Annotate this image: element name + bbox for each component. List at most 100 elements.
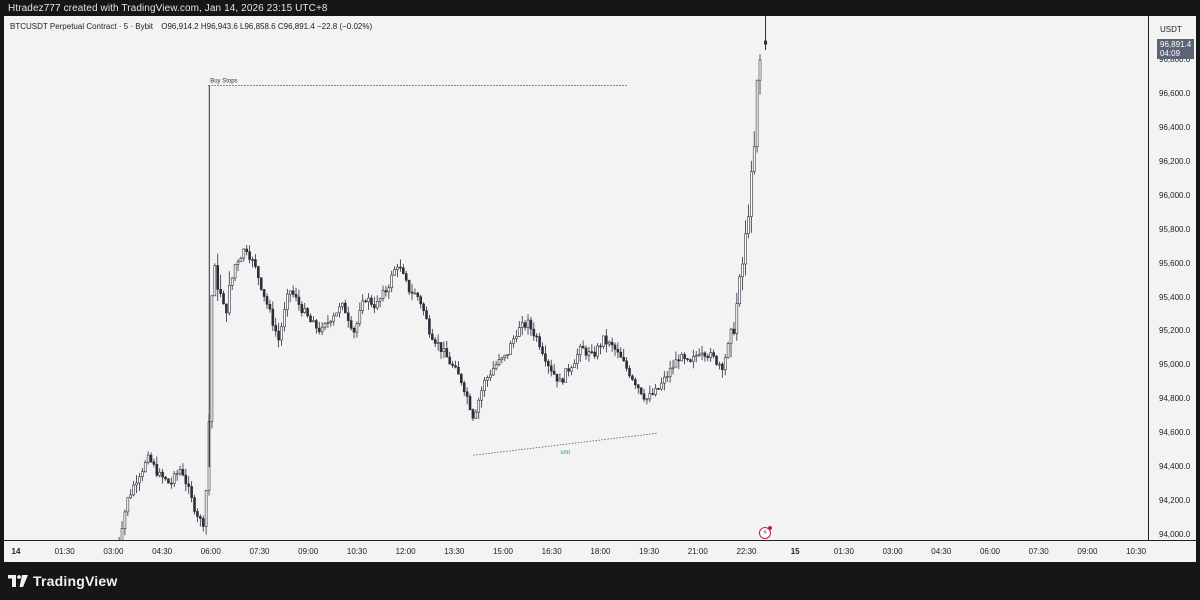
candle-up: [178, 469, 182, 474]
brand-name: TradingView: [33, 573, 118, 589]
time-tick-label: 07:30: [1028, 547, 1049, 556]
candle-down: [344, 302, 347, 314]
candle-up: [750, 171, 753, 217]
candle-up: [143, 462, 147, 472]
candle-up: [648, 393, 652, 400]
candle-down: [306, 308, 309, 317]
time-tick-label: 14: [11, 547, 21, 556]
candlestick-chart[interactable]: Buy Stops smt: [4, 16, 1148, 540]
candle-down: [599, 345, 602, 348]
candle-down: [590, 351, 594, 354]
last-price-value: 96,891.4: [1160, 40, 1192, 49]
candle-down: [465, 391, 469, 397]
last-price-tag: 96,891.4 04:09: [1157, 39, 1194, 59]
time-axis[interactable]: 14 01:30 03:00 04:30 06:00 07:30 09:00 10:30 12:…: [4, 540, 1196, 562]
candle-down: [222, 293, 225, 305]
candle-up: [645, 398, 649, 401]
time-tick-label: 13:30: [444, 547, 465, 556]
candle-down: [190, 486, 193, 498]
candle-down: [262, 289, 266, 297]
candle-down: [454, 365, 457, 368]
currency-label[interactable]: USDT: [1160, 25, 1182, 34]
candle-up: [233, 264, 237, 279]
chart-frame: Buy Stops smt BTCUSDT Perpetual Contract …: [4, 16, 1196, 562]
candle-up: [332, 315, 336, 322]
candle-down: [170, 482, 173, 485]
candle-up: [375, 300, 379, 309]
candle-up: [735, 303, 739, 334]
candle-up: [500, 357, 504, 360]
candle-up: [335, 312, 338, 317]
candle-down: [291, 290, 295, 295]
candle-up: [744, 233, 747, 265]
legend-high: H96,943.6: [200, 22, 238, 31]
time-tick-label: 09:00: [298, 547, 319, 556]
candle-down: [193, 497, 196, 512]
time-tick-label: 03:00: [103, 547, 124, 556]
attribution-text: Htradez777 created with TradingView.com,…: [8, 3, 328, 14]
time-tick-label: 16:30: [541, 547, 562, 556]
candle-down: [581, 346, 585, 349]
price-tick-label: 95,000.0: [1159, 360, 1191, 370]
candle-down: [703, 352, 707, 357]
candle-down: [625, 360, 628, 369]
candle-down: [251, 259, 254, 261]
price-tick-label: 94,000.0: [1159, 530, 1191, 539]
candle-up: [692, 356, 695, 362]
legend-symbol[interactable]: BTCUSDT Perpetual Contract · 5 · Bybit: [10, 22, 153, 31]
time-tick-label: 03:00: [882, 547, 903, 556]
candle-down: [265, 296, 269, 305]
candle-up: [135, 482, 138, 486]
last-candle: [764, 40, 768, 45]
candle-down: [523, 322, 527, 328]
candle-up: [239, 257, 243, 263]
price-axis[interactable]: USDT 96,800.0 96,600.0 96,400.0 96,200.0 96,…: [1148, 16, 1196, 540]
candle-down: [532, 328, 536, 337]
candle-up: [491, 368, 495, 376]
candle-down: [416, 292, 420, 298]
lightning-icon[interactable]: ⚡: [759, 526, 772, 539]
candle-down: [712, 352, 715, 357]
candle-down: [402, 267, 405, 274]
candle-down: [216, 265, 220, 290]
candle-up: [506, 354, 510, 356]
candle-up: [210, 295, 214, 423]
candle-up: [602, 335, 605, 347]
candle-down: [419, 296, 423, 305]
candle-up: [367, 297, 370, 303]
candle-down: [706, 356, 710, 358]
candle-up: [175, 473, 179, 475]
candle-up: [280, 326, 283, 341]
candle-down: [199, 516, 202, 519]
price-tick-label: 94,200.0: [1159, 496, 1191, 506]
candle-down: [448, 356, 452, 365]
candle-up: [303, 308, 307, 314]
candle-down: [346, 312, 350, 321]
chart-plot-area[interactable]: Buy Stops smt BTCUSDT Perpetual Contract …: [4, 16, 1148, 540]
candle-down: [567, 368, 570, 372]
candle-up: [141, 471, 144, 478]
candle-down: [715, 355, 718, 365]
candle-up: [726, 343, 730, 358]
tradingview-brand[interactable]: TradingView: [8, 572, 117, 590]
candle-down: [544, 353, 547, 362]
candle-up: [230, 277, 234, 286]
candle-down: [219, 289, 222, 294]
candle-down: [196, 511, 199, 517]
candle-up: [158, 471, 162, 476]
candle-down: [631, 375, 634, 380]
candle-down: [686, 358, 689, 360]
candle-up: [515, 336, 518, 340]
candle-down: [634, 379, 637, 386]
candle-up: [741, 263, 744, 278]
candle-up: [578, 346, 582, 355]
candle-up: [665, 376, 669, 378]
legend-close: C96,891.4: [277, 22, 315, 31]
candle-up: [138, 476, 141, 484]
candle-up: [126, 497, 130, 513]
time-tick-label: 07:30: [249, 547, 270, 556]
candle-down: [259, 277, 263, 290]
candle-down: [462, 382, 466, 393]
candle-up: [526, 319, 530, 328]
time-tick-label: 06:00: [200, 547, 221, 556]
